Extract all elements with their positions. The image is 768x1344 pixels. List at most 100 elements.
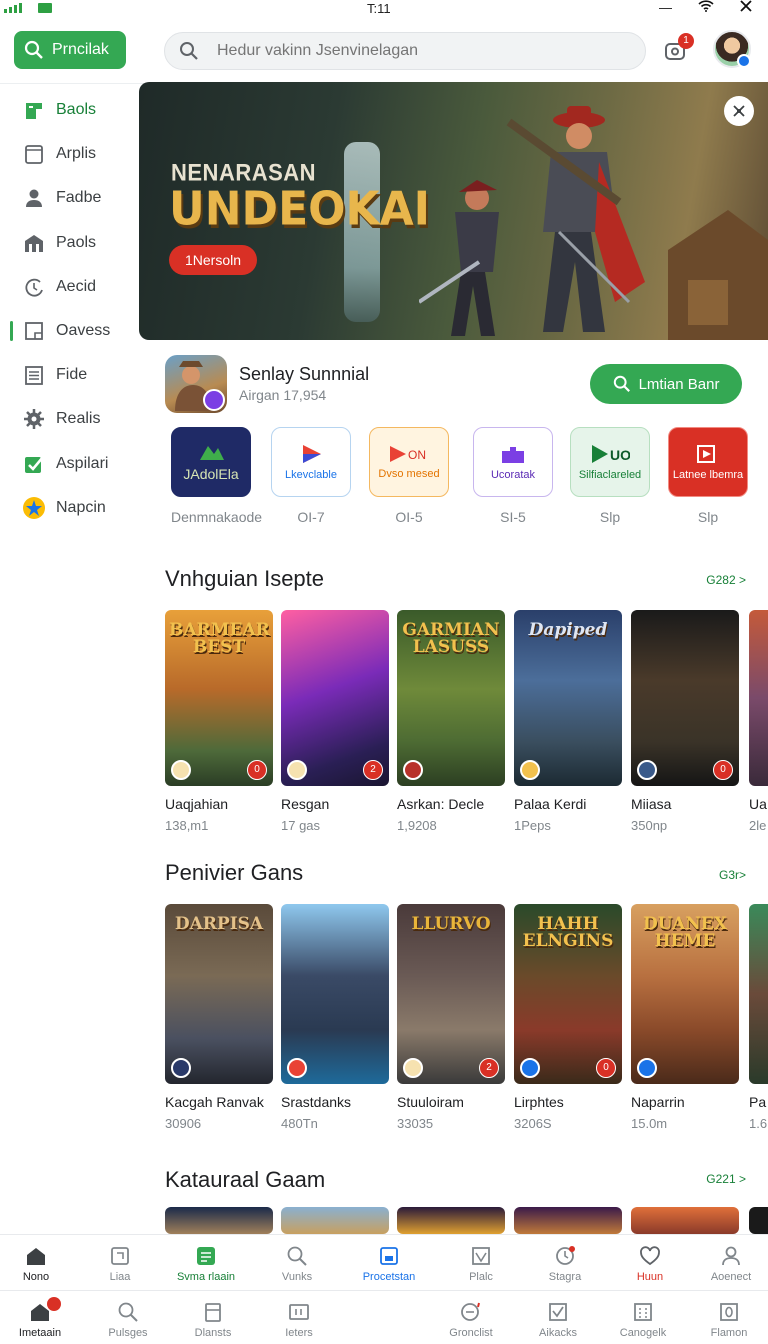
sidebar-item-baols[interactable]: Baols [0,88,138,132]
game-card[interactable]: DUANEX HEME Naparrin 15.0m [631,904,739,1131]
nav-item-canogelk[interactable]: Canogelk [600,1291,686,1344]
game-name: Palaa Kerdi [514,796,587,812]
app-tile[interactable]: ON Dvso mesed OI-5 [369,427,453,525]
featured-app-name[interactable]: Senlay Sunnnial [239,364,369,385]
app-tile[interactable]: Lkevclable OI-7 [271,427,355,525]
nav-item-plalc[interactable]: Plalc [438,1235,524,1290]
game-poster: Dapiped [514,610,622,786]
game-name: Stuuloiram [397,1094,464,1110]
game-card[interactable]: 2 Resgan 17 gas [281,610,389,833]
app-tile[interactable]: Ucoratak SI-5 [473,427,557,525]
game-poster [165,1207,273,1234]
search-icon [613,375,630,392]
hero-cta-button[interactable]: 1Nersoln [169,245,257,275]
sidebar-item-napcin[interactable]: Napcin [0,486,138,530]
game-name: Asrkan: Decle [397,796,485,812]
app-tile-text: Lkevclable [285,469,337,481]
game-card[interactable]: Dapiped Palaa Kerdi 1Peps [514,610,622,833]
hero-title: UNDEOKAI [169,182,431,237]
game-card[interactable] [281,1207,389,1234]
close-icon[interactable] [740,0,752,15]
game-card[interactable]: LLURVO 2 Stuuloiram 33035 [397,904,505,1131]
nav-item-search[interactable]: Vunks [254,1235,340,1290]
sidebar-item-paols[interactable]: Paols [0,221,138,265]
game-card[interactable]: HAHH ELNGINS 0 Lirphtes 3206S [514,904,622,1131]
game-name: Resgan [281,796,330,812]
search-input[interactable] [217,42,617,60]
nav-item-aikacks[interactable]: Aikacks [515,1291,601,1344]
nav-item-gronclist[interactable]: Gronclist [428,1291,514,1344]
hero-banner[interactable]: NENARASAN UNDEOKAI 1Nersoln [139,82,768,340]
section-title: Katauraal Gaam [165,1167,326,1192]
search-icon [24,40,43,59]
game-card[interactable]: Srastdanks 480Tn [281,904,389,1131]
home-icon [27,1248,45,1265]
game-poster [749,610,768,786]
game-card[interactable]: Pa 1.6 [749,904,768,1131]
game-meta: 350np [631,818,668,833]
nav-item-account[interactable]: Aoenect [688,1235,768,1290]
rating-badge: 2 [363,760,383,780]
sidebar-item-aspilari[interactable]: Aspilari [0,442,138,486]
game-card[interactable] [165,1207,273,1234]
document-icon [22,363,46,387]
game-name: Uaqjahian [165,796,229,812]
nav-item-home[interactable]: Nono [0,1235,79,1290]
nav-item-imetaain[interactable]: Imetaain [0,1291,83,1344]
brand-search-button[interactable]: Prncilak [14,31,126,69]
poster-title: DUANEX HEME [643,914,727,951]
game-card[interactable] [631,1207,739,1234]
game-name: Pa [749,1094,767,1110]
game-card[interactable]: 0 Miiasa 350np [631,610,739,833]
bottom-nav-secondary: Imetaain Pulsges Dlansts Ieters Gronclis… [0,1290,768,1344]
app-tile[interactable]: Latnee lbemra Slp [668,427,752,525]
tablet-icon [22,142,46,166]
game-name: Lirphtes [514,1094,564,1110]
app-tile[interactable]: JAdolEla Denmnakaode [171,427,262,525]
game-meta: 15.0m [631,1116,668,1131]
notifications-button[interactable]: 1 [662,33,694,64]
nav-item-ieters[interactable]: Ieters [256,1291,342,1344]
section-more-link[interactable]: G282 > [706,573,746,587]
featured-install-button[interactable]: Lmtian Banr [590,364,742,404]
section-more-link[interactable]: G221 > [706,1172,746,1186]
hero-dismiss-button[interactable] [724,96,754,126]
game-card[interactable]: Ua 2le [749,610,768,833]
section-more-link[interactable]: G3r> [719,868,746,882]
sidebar-item-arplis[interactable]: Arplis [0,132,138,176]
search-icon [287,1246,307,1266]
game-poster [514,1207,622,1234]
app-tile[interactable]: UO Silfiaclareled Slp [570,427,654,525]
publisher-icon [287,760,307,780]
game-card[interactable]: BARMEAR BEST 0 Uaqjahian 138,m1 [165,610,273,833]
sidebar-item-oavess[interactable]: Oavess [0,309,138,353]
poster-title: LLURVO [411,914,491,934]
nav-item-pulsges[interactable]: Pulsges [85,1291,171,1344]
minimize-icon[interactable]: — [659,0,672,15]
sidebar-item-fadbe[interactable]: Fadbe [0,176,138,220]
nav-item-stagra[interactable]: Stagra [522,1235,608,1290]
game-card[interactable] [749,1207,768,1234]
nav-item-green-app[interactable]: Svma rlaain [163,1235,249,1290]
game-card[interactable]: DARPISA Kacgah Ranvak 30906 [165,904,273,1131]
search-bar[interactable] [164,32,646,70]
avatar[interactable] [713,30,751,68]
game-card[interactable]: GARMIAN LASUSS Asrkan: Decle 1,9208 [397,610,505,833]
person-icon [22,186,46,210]
featured-app-icon[interactable] [165,355,227,413]
game-poster [397,1207,505,1234]
game-card[interactable] [397,1207,505,1234]
nav-item-huun[interactable]: Huun [607,1235,693,1290]
game-poster [281,904,389,1084]
nav-item-dlansts[interactable]: Dlansts [170,1291,256,1344]
game-meta: 17 gas [281,818,321,833]
nav-item-liaa[interactable]: Liaa [77,1235,163,1290]
nav-item-flamon[interactable]: Flamon [686,1291,768,1344]
nav-item-procetstan[interactable]: Procetstan [346,1235,432,1290]
sidebar-item-realis[interactable]: Realis [0,397,138,441]
game-card[interactable] [514,1207,622,1234]
sidebar-item-aecid[interactable]: Aecid [0,265,138,309]
sidebar-item-fide[interactable]: Fide [0,353,138,397]
game-poster: HAHH ELNGINS 0 [514,904,622,1084]
app-tile-text: Dvso mesed [378,468,440,480]
